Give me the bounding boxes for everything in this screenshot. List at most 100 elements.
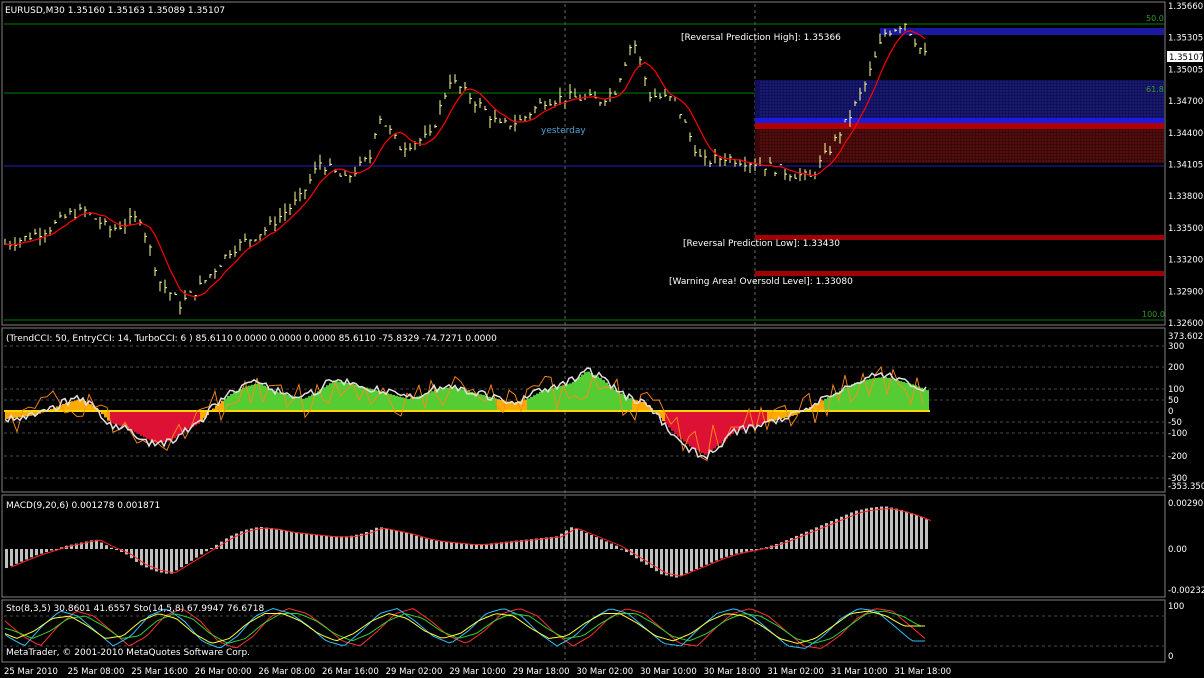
macd-bar <box>670 549 673 577</box>
cci-bar <box>350 383 353 411</box>
x-tick: 30 Mar 18:00 <box>704 667 761 677</box>
cci-bar <box>878 377 881 411</box>
price-panel[interactable] <box>1 1 1166 326</box>
macd-bar <box>110 547 113 549</box>
x-tick: 29 Mar 10:00 <box>449 667 506 677</box>
cci-y-tick: 373.602 <box>1168 332 1203 342</box>
macd-bar <box>745 549 748 552</box>
macd-bar <box>555 536 558 549</box>
macd-bar <box>280 529 283 549</box>
cci-bar <box>128 411 131 430</box>
sell-area-edge <box>755 123 1164 129</box>
cci-bar <box>524 399 527 411</box>
cci-bar <box>116 411 119 425</box>
macd-bar <box>730 549 733 556</box>
macd-bar <box>895 508 898 549</box>
cci-bar <box>341 382 344 411</box>
macd-bar <box>15 549 18 564</box>
cci-bar <box>833 393 836 411</box>
cci-bar <box>611 387 614 411</box>
macd-bar <box>160 549 163 573</box>
cci-y-tick: 300 <box>1168 342 1184 352</box>
macd-bar <box>195 549 198 558</box>
macd-bar <box>915 514 918 549</box>
cci-bar <box>458 388 461 411</box>
macd-bar <box>715 549 718 561</box>
cci-bar <box>533 395 536 411</box>
cci-bar <box>599 378 602 411</box>
cci-bar <box>296 397 299 411</box>
x-tick: 30 Mar 02:00 <box>576 667 633 677</box>
cci-y-tick: 100 <box>1168 385 1184 395</box>
cci-bar <box>923 388 926 411</box>
macd-bar <box>685 549 688 574</box>
x-tick: 31 Mar 02:00 <box>767 667 824 677</box>
macd-title: MACD(9,20,6) 0.001278 0.001871 <box>6 501 160 511</box>
macd-bar <box>275 528 278 549</box>
macd-bar <box>140 549 143 566</box>
fib-50-label: 50.0 <box>1146 14 1164 23</box>
macd-bar <box>325 535 328 549</box>
cci-bar <box>146 411 149 439</box>
cci-bar <box>530 396 533 411</box>
cci-bar <box>407 398 410 411</box>
macd-bar <box>30 549 33 558</box>
cci-y-tick: -353.350 <box>1168 482 1204 492</box>
macd-bar <box>350 535 353 549</box>
x-tick: 29 Mar 18:00 <box>513 667 570 677</box>
y-axes: 1.35660 1.35305 1.35005 1.34700 1.34400 1.341… <box>1168 2 1204 662</box>
cci-bar <box>875 377 878 411</box>
macd-bar <box>870 507 873 549</box>
macd-bar <box>855 510 858 549</box>
macd-bar <box>885 506 888 549</box>
cci-bar <box>161 411 164 443</box>
macd-bar <box>595 537 598 549</box>
macd-bar <box>340 536 343 549</box>
x-tick: 29 Mar 02:00 <box>386 667 443 677</box>
cci-bar <box>602 380 605 411</box>
macd-bar <box>115 549 118 550</box>
macd-panel[interactable] <box>1 494 1166 598</box>
macd-bar <box>345 536 348 549</box>
cci-bar <box>221 400 224 411</box>
cci-bar <box>692 411 695 449</box>
cci-bar <box>863 380 866 411</box>
cci-bar <box>383 392 386 411</box>
price-y-tick: 1.33800 <box>1168 192 1203 202</box>
cci-bar <box>536 393 539 411</box>
macd-bar <box>300 532 303 549</box>
macd-bar <box>545 537 548 549</box>
macd-bar <box>40 549 43 554</box>
macd-bar <box>205 549 208 552</box>
reversal-low-label: [Reversal Prediction Low]: 1.33430 <box>683 239 840 249</box>
cci-bar <box>926 390 929 411</box>
macd-bar <box>385 528 388 549</box>
cci-bar <box>398 396 401 411</box>
macd-bar <box>460 543 463 549</box>
cci-y-tick: -200 <box>1168 452 1187 462</box>
cci-bar <box>158 411 161 443</box>
cci-bar <box>5 411 8 420</box>
macd-bar <box>165 549 168 574</box>
cci-bar <box>119 411 122 426</box>
cci-bar <box>782 411 785 419</box>
cci-bar <box>143 411 146 438</box>
macd-bar <box>315 534 318 549</box>
cci-bar <box>842 389 845 411</box>
macd-bar <box>620 548 623 550</box>
macd-bar <box>700 549 703 567</box>
macd-bar <box>590 535 593 549</box>
macd-bar <box>875 507 878 549</box>
macd-bar <box>750 549 753 551</box>
x-tick: 26 Mar 08:00 <box>258 667 315 677</box>
macd-bar <box>830 520 833 549</box>
macd-bar <box>450 542 453 549</box>
cci-bar <box>482 395 485 411</box>
trading-chart[interactable]: EURUSD,M30 1.35160 1.35163 1.35089 1.351… <box>0 0 1204 678</box>
macd-bar <box>835 518 838 549</box>
cci-bar <box>773 411 776 421</box>
macd-bar <box>725 549 728 557</box>
macd-bar <box>20 549 23 562</box>
macd-bar <box>50 549 53 551</box>
cci-bar <box>137 411 140 435</box>
